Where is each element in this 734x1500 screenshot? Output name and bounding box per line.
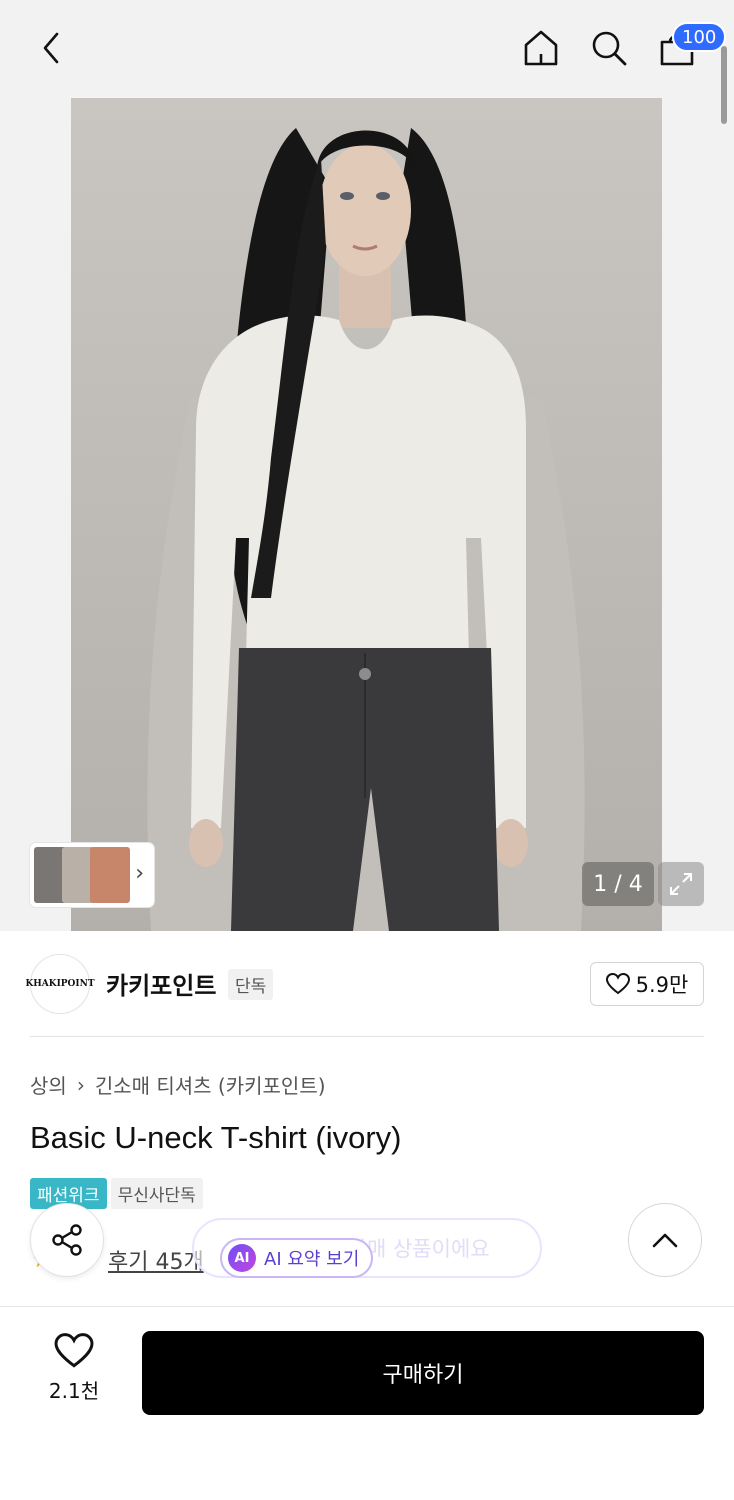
- home-icon: [524, 30, 558, 66]
- thumbnail-3[interactable]: [90, 847, 130, 903]
- expand-icon: [670, 873, 692, 895]
- wishlist-count: 2.1천: [48, 1379, 100, 1403]
- product-title: Basic U-neck T-shirt (ivory): [30, 1120, 402, 1155]
- breadcrumb-category[interactable]: 상의: [30, 1070, 67, 1099]
- search-icon: [592, 31, 627, 66]
- heart-icon: [605, 973, 630, 995]
- review-row: ★ 후기 45개 무신사단독 판매 상품이에요 AI AI 요약 보기: [30, 1218, 704, 1290]
- brand-like-count: 5.9만: [635, 973, 689, 997]
- breadcrumb: 상의 › 긴소매 티셔츠 (카키포인트): [30, 1070, 326, 1099]
- ai-summary-label: AI 요약 보기: [264, 1249, 360, 1270]
- thumbnail-strip[interactable]: ›: [30, 843, 154, 907]
- image-counter: 1 / 4: [582, 862, 654, 906]
- product-photo[interactable]: [71, 98, 662, 931]
- breadcrumb-subcategory[interactable]: 긴소매 티셔츠 (카키포인트): [95, 1070, 326, 1099]
- chevron-right-icon: ›: [135, 861, 144, 886]
- ai-icon: AI: [228, 1244, 256, 1272]
- home-button[interactable]: [517, 24, 565, 72]
- brand-exclusive-tag: 단독: [228, 969, 274, 1000]
- cart-count-badge: 100: [672, 22, 727, 52]
- brand-logo-text: KHAKIPOINT: [25, 979, 95, 989]
- fullscreen-button[interactable]: [658, 862, 704, 906]
- wishlist-button[interactable]: 2.1천: [30, 1333, 118, 1404]
- scroll-to-top-button[interactable]: [628, 1203, 702, 1277]
- scrollbar[interactable]: [721, 46, 727, 124]
- share-button[interactable]: [30, 1203, 104, 1277]
- badge-musinsa-exclusive: 무신사단독: [110, 1178, 203, 1209]
- divider: [30, 1036, 704, 1037]
- bottom-action-bar: 2.1천 구매하기: [0, 1306, 734, 1500]
- top-navigation-bar: 100: [0, 0, 734, 98]
- buy-button[interactable]: 구매하기: [142, 1331, 704, 1415]
- brand-name[interactable]: 카키포인트: [106, 966, 216, 1001]
- review-link[interactable]: 후기 45개: [108, 1244, 204, 1276]
- search-button[interactable]: [585, 24, 633, 72]
- brand-logo[interactable]: KHAKIPOINT: [25, 954, 95, 1014]
- brand-like-button[interactable]: 5.9만: [590, 962, 704, 1006]
- brand-row: KHAKIPOINT 카키포인트 단독 5.9만: [25, 952, 704, 1016]
- chevron-left-icon: [43, 32, 59, 64]
- back-button[interactable]: [28, 24, 76, 72]
- ai-summary-button[interactable]: AI AI 요약 보기: [220, 1238, 374, 1278]
- model-illustration: [147, 128, 585, 931]
- heart-icon: [54, 1333, 94, 1368]
- chevron-right-icon: ›: [76, 1072, 85, 1097]
- share-icon: [52, 1224, 82, 1256]
- chevron-up-icon: [652, 1233, 678, 1248]
